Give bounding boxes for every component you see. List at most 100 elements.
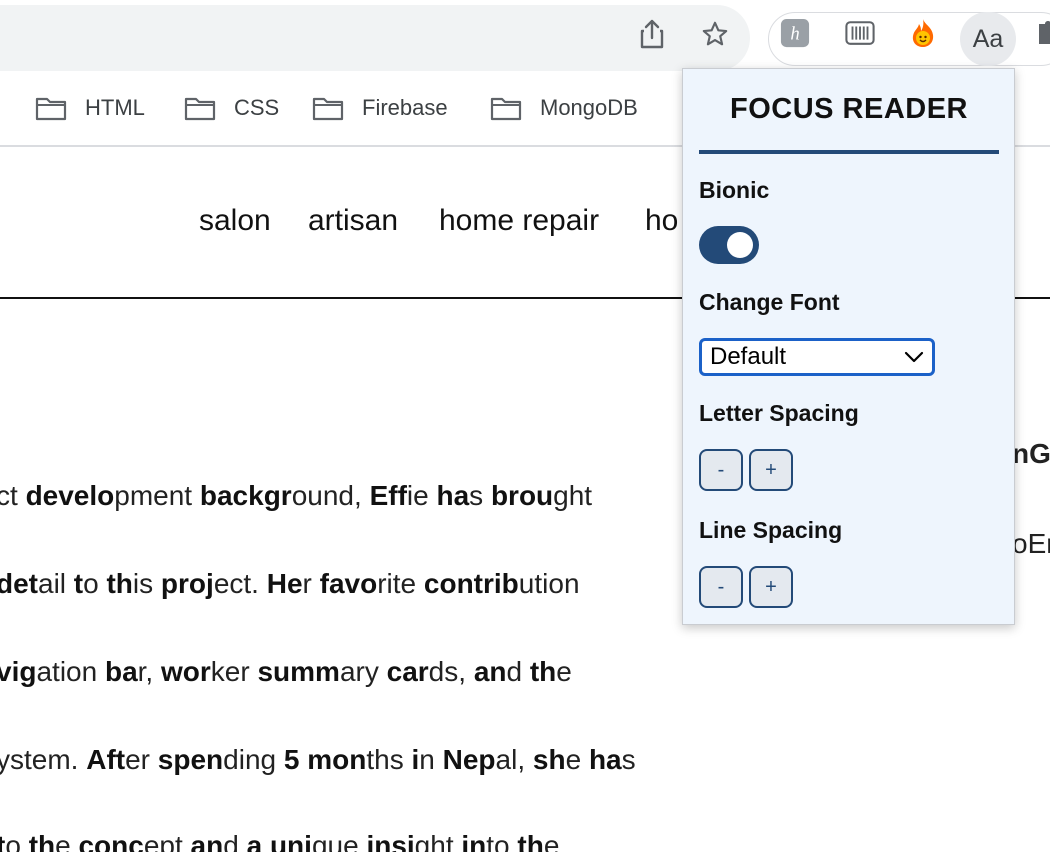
- bionic-bold-segment: Aft: [86, 744, 126, 775]
- bookmark-label: HTML: [85, 95, 145, 120]
- text-segment: ding: [223, 744, 284, 775]
- bookmark-html[interactable]: HTML: [35, 92, 145, 124]
- barcode-icon[interactable]: [845, 18, 875, 48]
- bookmark-label: Firebase: [362, 95, 448, 120]
- bionic-bold-segment: insi: [366, 830, 415, 852]
- text-segment: r,: [137, 656, 161, 687]
- bookmark-css[interactable]: CSS: [184, 92, 279, 124]
- bookmark-firebase[interactable]: Firebase: [312, 92, 448, 124]
- text-segment: ary: [339, 656, 387, 687]
- folder-icon: [35, 97, 67, 121]
- bionic-bold-segment: proj: [160, 568, 214, 599]
- text-segment: ation: [36, 656, 105, 687]
- text-segment: d: [506, 656, 530, 687]
- bionic-bold-segment: develo: [25, 480, 115, 511]
- bionic-bold-segment: ha: [588, 744, 622, 775]
- line-spacing-decrease-button[interactable]: -: [699, 566, 743, 608]
- text-segment: ths: [366, 744, 412, 775]
- bionic-bold-segment: Eff: [369, 480, 407, 511]
- text-segment: to: [486, 830, 518, 852]
- text-segment: ds,: [428, 656, 474, 687]
- honey-icon[interactable]: h: [780, 18, 810, 48]
- focus-reader-popup: FOCUS READER Bionic Change Font Default …: [682, 68, 1015, 625]
- nav-link-truncated[interactable]: ho: [645, 204, 678, 238]
- paragraph-line: vigation bar, worker summary cards, and …: [0, 656, 572, 688]
- text-segment: e: [543, 830, 560, 852]
- bionic-bold-segment: th: [517, 830, 544, 852]
- text-segment: ker: [210, 656, 258, 687]
- bionic-bold-segment: an: [473, 656, 507, 687]
- bionic-bold-segment: an: [190, 830, 224, 852]
- nav-link-salon[interactable]: salon: [199, 204, 271, 238]
- text-segment: que: [311, 830, 367, 852]
- paragraph-line: ct development background, Effie has bro…: [0, 480, 592, 512]
- bionic-bold-segment: summ: [257, 656, 340, 687]
- side-text-fragment: oEr: [1012, 528, 1050, 559]
- folder-icon: [490, 97, 522, 121]
- bionic-bold-segment: a uni: [246, 830, 312, 852]
- share-icon[interactable]: [638, 19, 666, 49]
- text-segment: s: [621, 744, 636, 775]
- text-segment: e: [55, 830, 79, 852]
- puzzle-icon[interactable]: [1032, 18, 1050, 48]
- change-font-label: Change Font: [699, 289, 840, 315]
- paragraph-line: to the concept and a unique insight into…: [0, 830, 559, 852]
- focus-reader-icon: Aa: [972, 24, 1004, 53]
- text-segment: e: [565, 744, 589, 775]
- bionic-bold-segment: th: [106, 568, 133, 599]
- bionic-toggle[interactable]: [699, 226, 759, 264]
- bionic-bold-segment: Nep: [442, 744, 496, 775]
- paragraph-line: ystem. After spending 5 months in Nepal,…: [0, 744, 636, 776]
- font-select-value: Default: [710, 343, 787, 370]
- letter-spacing-increase-button[interactable]: +: [749, 449, 793, 491]
- text-segment: ution: [518, 568, 580, 599]
- bookmark-label: CSS: [234, 95, 280, 120]
- letter-spacing-label: Letter Spacing: [699, 400, 859, 426]
- folder-icon: [184, 97, 216, 121]
- browser-toolbar: h Aa: [0, 0, 1050, 76]
- bionic-bold-segment: wor: [161, 656, 211, 687]
- font-select[interactable]: Default: [699, 338, 935, 376]
- toggle-knob: [727, 232, 753, 258]
- line-spacing-label: Line Spacing: [699, 517, 843, 543]
- text-segment: o: [5, 830, 29, 852]
- text-segment: al,: [495, 744, 533, 775]
- side-text-fragment: nGi: [1012, 438, 1050, 469]
- paragraph-line: detail to this project. Her favorite con…: [0, 568, 580, 600]
- bionic-bold-segment: ha: [436, 480, 470, 511]
- nav-link-artisan[interactable]: artisan: [308, 204, 398, 238]
- bookmark-mongodb[interactable]: MongoDB: [490, 92, 638, 124]
- fire-icon[interactable]: [908, 18, 938, 48]
- text-segment: d: [223, 830, 247, 852]
- bionic-bold-segment: car: [386, 656, 429, 687]
- bionic-bold-segment: 5 mon: [283, 744, 367, 775]
- text-segment: ystem.: [0, 744, 87, 775]
- popup-title: FOCUS READER: [729, 93, 968, 125]
- line-spacing-increase-button[interactable]: +: [749, 566, 793, 608]
- bionic-bold-segment: favo: [319, 568, 378, 599]
- bionic-bold-segment: conc: [78, 830, 144, 852]
- text-segment: ept: [143, 830, 191, 852]
- bionic-bold-segment: vig: [0, 656, 37, 687]
- bionic-bold-segment: t: [73, 568, 84, 599]
- bookmark-label: MongoDB: [540, 95, 638, 120]
- text-segment: ie: [406, 480, 437, 511]
- text-segment: er: [125, 744, 158, 775]
- text-segment: ct: [0, 480, 18, 511]
- text-segment: n: [419, 744, 443, 775]
- text-segment: o: [83, 568, 107, 599]
- letter-spacing-decrease-button[interactable]: -: [699, 449, 743, 491]
- chevron-down-icon: [904, 351, 924, 363]
- text-segment: rite: [377, 568, 424, 599]
- popup-title-rule: [699, 150, 999, 154]
- star-icon[interactable]: [701, 20, 729, 48]
- bionic-bold-segment: in: [461, 830, 487, 852]
- focus-reader-extension-button[interactable]: Aa: [960, 12, 1016, 66]
- text-segment: ght: [553, 480, 593, 511]
- bionic-bold-segment: brou: [490, 480, 554, 511]
- bionic-bold-segment: det: [0, 568, 38, 599]
- text-segment: e: [556, 656, 572, 687]
- text-segment: ound,: [291, 480, 370, 511]
- nav-link-home-repair[interactable]: home repair: [439, 204, 599, 238]
- folder-icon: [312, 97, 344, 121]
